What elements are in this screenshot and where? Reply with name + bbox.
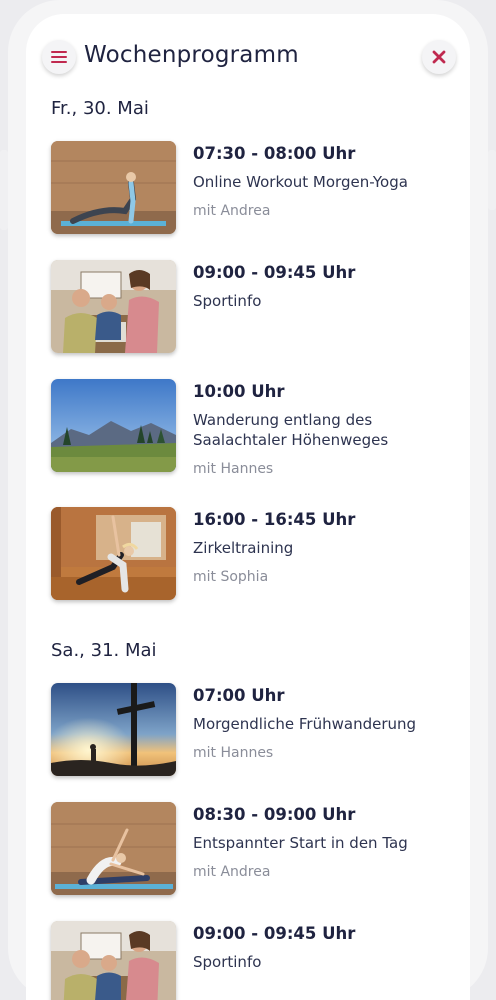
event-host: mit Hannes <box>193 461 274 477</box>
event-time: 07:30 - 08:00 Uhr <box>193 144 356 163</box>
event-image-meeting <box>51 921 176 1000</box>
event-item[interactable]: 08:30 - 09:00 Uhr Entspannter Start in d… <box>26 802 470 921</box>
event-image-sunrise-cross <box>51 683 176 776</box>
event-host: mit Sophia <box>193 569 269 585</box>
day-header: Fr., 30. Mai <box>51 98 149 119</box>
device-side-button-right <box>488 150 496 210</box>
event-time: 07:00 Uhr <box>193 686 285 705</box>
event-item[interactable]: 09:00 - 09:45 Uhr Sportinfo <box>26 260 470 379</box>
event-title: Morgendliche Frühwanderung <box>193 715 417 733</box>
event-image-mountains <box>51 379 176 472</box>
event-image-yoga-stretch <box>51 802 176 895</box>
event-item[interactable]: 16:00 - 16:45 Uhr Zirkeltraining mit Sop… <box>26 507 470 626</box>
event-title: Entspannter Start in den Tag <box>193 834 408 852</box>
day-header: Sa., 31. Mai <box>51 640 157 661</box>
close-icon <box>432 50 446 64</box>
event-host: mit Andrea <box>193 864 271 880</box>
event-time: 16:00 - 16:45 Uhr <box>193 510 356 529</box>
event-image-yoga <box>51 141 176 234</box>
event-time: 09:00 - 09:45 Uhr <box>193 924 356 943</box>
event-time: 10:00 Uhr <box>193 382 285 401</box>
event-title: Sportinfo <box>193 953 262 971</box>
event-time: 08:30 - 09:00 Uhr <box>193 805 356 824</box>
page-title: Wochenprogramm <box>84 42 299 68</box>
event-item[interactable]: 10:00 Uhr Wanderung entlang des Saalacht… <box>26 379 470 507</box>
event-item[interactable]: 09:00 - 09:45 Uhr Sportinfo <box>26 921 470 1000</box>
device-side-button-left <box>0 150 8 230</box>
event-image-meeting <box>51 260 176 353</box>
event-title: Online Workout Morgen-Yoga <box>193 173 408 191</box>
close-button[interactable] <box>422 40 456 74</box>
menu-button[interactable] <box>42 40 76 74</box>
event-item[interactable]: 07:30 - 08:00 Uhr Online Workout Morgen-… <box>26 141 470 260</box>
event-item[interactable]: 07:00 Uhr Morgendliche Frühwanderung mit… <box>26 683 470 802</box>
event-image-gym <box>51 507 176 600</box>
app-screen: Wochenprogramm Fr., 30. Mai 07:30 - 08:0… <box>26 14 470 1000</box>
event-host: mit Hannes <box>193 745 274 761</box>
top-bar: Wochenprogramm <box>26 14 470 94</box>
hamburger-menu-icon <box>51 51 67 64</box>
event-time: 09:00 - 09:45 Uhr <box>193 263 356 282</box>
event-host: mit Andrea <box>193 203 271 219</box>
event-title: Zirkeltraining <box>193 539 294 557</box>
event-title: Sportinfo <box>193 292 262 310</box>
event-title: Wanderung entlang des Saalachtaler Höhen… <box>193 411 389 449</box>
program-list: Fr., 30. Mai 07:30 - 08:00 Uhr Online Wo… <box>26 94 470 1000</box>
